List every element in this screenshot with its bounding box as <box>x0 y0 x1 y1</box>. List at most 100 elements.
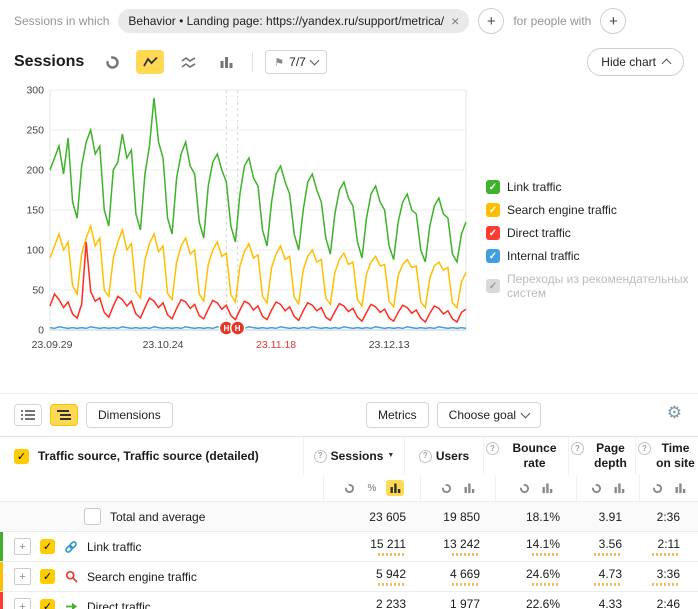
add-people-filter-button[interactable]: + <box>600 8 626 34</box>
row-checkbox[interactable]: ✓ <box>40 599 55 609</box>
expand-row-button[interactable]: + <box>14 538 31 555</box>
view-tree-button[interactable] <box>50 404 78 426</box>
column-header-page-depth[interactable]: ? Page depth <box>568 437 635 475</box>
expand-row-button[interactable]: + <box>14 568 31 585</box>
donut-icon <box>441 483 452 494</box>
row-label[interactable]: Direct traffic <box>87 600 151 609</box>
mini-histogram <box>532 553 560 556</box>
table-toolbar: Dimensions Metrics Choose goal ⚙ <box>0 394 698 436</box>
cell-value: 2:11 <box>640 537 698 551</box>
x-tick-label[interactable]: 23.11.18 <box>256 339 296 351</box>
chart-annotation-pin[interactable]: Н <box>231 321 245 335</box>
chart-type-stacked-button[interactable] <box>174 50 202 74</box>
row-label[interactable]: Link traffic <box>87 540 141 554</box>
cell-page_depth: 3.56 <box>578 532 640 561</box>
view-list-button[interactable] <box>14 404 42 426</box>
traffic-source-icon <box>64 570 78 584</box>
svg-text:100: 100 <box>26 245 44 257</box>
legend-checkbox[interactable]: ✓ <box>486 203 500 217</box>
chart-type-columns-button[interactable] <box>212 50 240 74</box>
cell-value: 14.1% <box>498 537 578 551</box>
choose-goal-button[interactable]: Choose goal <box>437 402 541 428</box>
depth-donut-mode-button[interactable] <box>588 480 606 496</box>
stacked-lines-icon <box>181 55 196 70</box>
legend-item-4[interactable]: ✓ Переходы из рекомендательных систем <box>486 272 696 300</box>
table-row-total-and-average: ✓Total and average23 60519 85018.1%3.912… <box>0 501 698 531</box>
cell-value: 13 242 <box>424 537 498 551</box>
donut-icon <box>652 483 663 494</box>
sessions-percent-mode-button[interactable]: % <box>363 480 381 496</box>
row-label[interactable]: Search engine traffic <box>87 570 197 584</box>
metrics-button[interactable]: Metrics <box>366 402 429 428</box>
column-label: Users <box>436 449 469 464</box>
cell-value: 2:36 <box>640 510 698 524</box>
segment-filter-chip[interactable]: Behavior • Landing page: https://yandex.… <box>118 9 469 33</box>
donut-icon <box>344 483 355 494</box>
users-bars-mode-button[interactable] <box>461 480 479 496</box>
legend-item-1[interactable]: ✓Search engine traffic <box>486 203 696 217</box>
cell-bounce_rate: 18.1% <box>498 502 578 531</box>
row-checkbox[interactable]: ✓ <box>40 539 55 554</box>
table-subheader-row: % <box>0 475 698 501</box>
chart-type-line-button[interactable] <box>136 50 164 74</box>
column-header-time-on-site[interactable]: ? Time on site <box>635 437 698 475</box>
svg-text:150: 150 <box>26 205 44 217</box>
column-label: Page depth <box>588 441 633 471</box>
choose-goal-label: Choose goal <box>449 408 516 422</box>
row-name-cell: + ✓ Direct traffic <box>0 592 328 609</box>
segments-count: 7/7 <box>289 55 306 69</box>
legend-item-2[interactable]: ✓Direct traffic <box>486 226 696 240</box>
svg-text:50: 50 <box>32 285 44 297</box>
select-all-checkbox[interactable]: ✓ <box>14 449 29 464</box>
sessions-donut-mode-button[interactable] <box>340 480 358 496</box>
add-session-filter-button[interactable]: + <box>478 8 504 34</box>
time-bars-mode-button[interactable] <box>672 480 690 496</box>
cell-sessions: 5 942 <box>328 562 424 591</box>
svg-text:300: 300 <box>26 85 44 97</box>
legend-label: Переходы из рекомендательных систем <box>507 272 696 300</box>
bars-icon <box>464 483 475 493</box>
sessions-line-chart[interactable]: 050100150200250300НН23.09.2923.10.2423.1… <box>14 80 476 368</box>
legend-checkbox[interactable]: ✓ <box>486 279 500 293</box>
row-checkbox[interactable]: ✓ <box>40 569 55 584</box>
segments-selector[interactable]: ⚑ 7/7 <box>265 50 327 74</box>
bounce-bars-mode-button[interactable] <box>539 480 557 496</box>
cell-page_depth: 3.91 <box>578 502 640 531</box>
dimensions-button[interactable]: Dimensions <box>86 402 173 428</box>
table-body: ✓Total and average23 60519 85018.1%3.912… <box>0 501 698 609</box>
hide-chart-button[interactable]: Hide chart <box>587 48 684 76</box>
cell-time_on_site: 2:46 <box>640 592 698 609</box>
table-settings-gear-icon[interactable]: ⚙ <box>667 404 682 421</box>
chart-type-donut-button[interactable] <box>98 50 126 74</box>
traffic-source-icon <box>64 540 78 554</box>
column-header-users[interactable]: ? Users <box>404 437 483 475</box>
users-donut-mode-button[interactable] <box>438 480 456 496</box>
sessions-bars-mode-button[interactable] <box>386 480 404 496</box>
dimension-header-label: Traffic source, Traffic source (detailed… <box>38 449 259 463</box>
row-checkbox[interactable]: ✓ <box>84 508 101 525</box>
legend-item-3[interactable]: ✓Internal traffic <box>486 249 696 263</box>
svg-text:Н: Н <box>235 324 241 333</box>
bounce-donut-mode-button[interactable] <box>516 480 534 496</box>
legend-item-0[interactable]: ✓Link traffic <box>486 180 696 194</box>
cell-value: 4 669 <box>424 567 498 581</box>
cell-time_on_site: 2:11 <box>640 532 698 561</box>
time-donut-mode-button[interactable] <box>649 480 667 496</box>
mini-histogram <box>594 553 622 556</box>
cell-time_on_site: 3:36 <box>640 562 698 591</box>
help-icon: ? <box>571 442 584 455</box>
cell-bounce_rate: 22.6% <box>498 592 578 609</box>
depth-bars-mode-button[interactable] <box>611 480 629 496</box>
svg-text:Н: Н <box>223 324 229 333</box>
mini-histogram <box>378 553 406 556</box>
legend-checkbox[interactable]: ✓ <box>486 249 500 263</box>
row-color-stripe <box>0 532 3 561</box>
legend-checkbox[interactable]: ✓ <box>486 226 500 240</box>
column-header-bounce-rate[interactable]: ? Bounce rate <box>483 437 568 475</box>
remove-filter-icon[interactable]: × <box>451 16 459 26</box>
row-color-stripe <box>0 592 3 609</box>
expand-row-button[interactable]: + <box>14 598 31 609</box>
page-title: Sessions <box>14 53 84 71</box>
column-header-sessions[interactable]: ? Sessions ▼ <box>303 437 404 475</box>
legend-checkbox[interactable]: ✓ <box>486 180 500 194</box>
